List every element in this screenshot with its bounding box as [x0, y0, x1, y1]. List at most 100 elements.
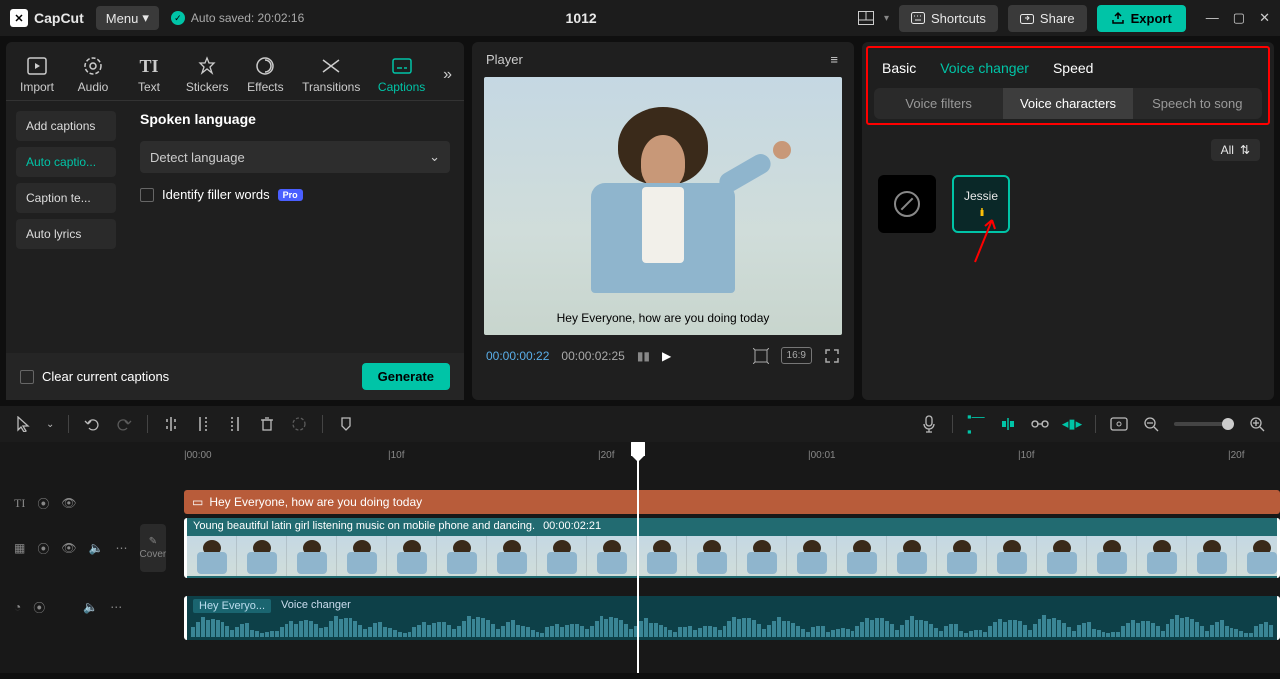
subtab-voice-characters[interactable]: Voice characters: [1003, 88, 1132, 119]
zoom-out-icon[interactable]: [1142, 415, 1160, 433]
caption-track[interactable]: ▭ Hey Everyone, how are you doing today: [178, 490, 1280, 516]
subnav-auto-captions[interactable]: Auto captio...: [16, 147, 116, 177]
player-title: Player: [486, 52, 523, 67]
delete-icon[interactable]: [258, 415, 276, 433]
align-icon[interactable]: ◂▮▸: [1063, 415, 1081, 433]
aspect-ratio[interactable]: 16:9: [781, 347, 812, 364]
tab-speed[interactable]: Speed: [1053, 60, 1093, 76]
eye-icon[interactable]: 👁: [61, 541, 76, 555]
volume-icon[interactable]: ▮▮: [637, 349, 650, 363]
more-tabs-button[interactable]: »: [435, 50, 460, 100]
mute-icon[interactable]: 🔈: [89, 541, 104, 555]
player-menu-icon[interactable]: ≡: [830, 52, 840, 67]
menu-button[interactable]: Menu ▾: [96, 6, 159, 30]
maximize-icon[interactable]: ▢: [1233, 10, 1245, 26]
export-label: Export: [1131, 11, 1172, 26]
voice-none[interactable]: [878, 175, 936, 233]
tab-effects[interactable]: Effects: [238, 50, 292, 100]
lock-icon[interactable]: ⦿: [37, 540, 49, 557]
snap-icon[interactable]: [999, 415, 1017, 433]
close-icon[interactable]: ✕: [1259, 10, 1270, 26]
audio-track[interactable]: Hey Everyo... Voice changer: [178, 596, 1280, 642]
audio-clip-effect: Voice changer: [281, 599, 351, 613]
cursor-icon[interactable]: [14, 415, 32, 433]
edit-icon: ✎: [149, 536, 157, 547]
tab-import[interactable]: Import: [10, 50, 64, 100]
video-clip[interactable]: Young beautiful latin girl listening mus…: [184, 518, 1280, 578]
zoom-thumb[interactable]: [1222, 418, 1234, 430]
split-icon[interactable]: [162, 415, 180, 433]
more-icon[interactable]: ⋯: [116, 541, 128, 555]
tab-transitions[interactable]: Transitions: [294, 50, 368, 100]
track-headers: TI ⦿ 👁 ▦ ⦿ 👁 🔈 ⋯ ✎ Cover ◔ ⦿ 🔈 ⋯: [0, 442, 178, 673]
eye-icon[interactable]: 👁: [61, 496, 76, 510]
lock-icon[interactable]: ⦿: [33, 599, 45, 616]
delete-left-icon[interactable]: [194, 415, 212, 433]
mute-icon[interactable]: 🔈: [83, 600, 98, 614]
subnav-auto-lyrics[interactable]: Auto lyrics: [16, 219, 116, 249]
mic-icon[interactable]: [920, 415, 938, 433]
timeline: TI ⦿ 👁 ▦ ⦿ 👁 🔈 ⋯ ✎ Cover ◔ ⦿ 🔈 ⋯ |00:00: [0, 442, 1280, 673]
audio-clip[interactable]: Hey Everyo... Voice changer: [184, 596, 1280, 640]
time-ruler[interactable]: |00:00 |10f |20f |00:01 |10f |20f: [178, 442, 1280, 470]
fullscreen-icon[interactable]: [824, 348, 840, 364]
chevron-down-icon: ▾: [142, 10, 149, 26]
caption-clip[interactable]: ▭ Hey Everyone, how are you doing today: [184, 490, 1280, 514]
playhead-handle[interactable]: [631, 442, 645, 456]
zoom-slider[interactable]: [1174, 422, 1234, 426]
lock-icon[interactable]: ⦿: [37, 495, 49, 512]
link-icon[interactable]: [1031, 415, 1049, 433]
layout-icon[interactable]: [858, 10, 874, 26]
subtab-speech-to-song[interactable]: Speech to song: [1133, 88, 1262, 119]
captions-footer: Clear current captions Generate: [6, 353, 464, 400]
media-panel: Import Audio TIText Stickers Effects Tra…: [6, 42, 464, 400]
filler-words-row[interactable]: Identify filler words Pro: [140, 187, 450, 202]
player-header: Player ≡: [472, 42, 854, 77]
cover-label: Cover: [140, 549, 167, 560]
crop-icon[interactable]: [753, 348, 769, 364]
subnav-add-captions[interactable]: Add captions: [16, 111, 116, 141]
magnet-icon[interactable]: ▪—▪: [967, 415, 985, 433]
subnav-caption-templates[interactable]: Caption te...: [16, 183, 116, 213]
export-button[interactable]: Export: [1097, 5, 1186, 32]
tab-text[interactable]: TIText: [122, 50, 176, 100]
play-icon[interactable]: ▶: [662, 349, 671, 363]
subtab-voice-filters[interactable]: Voice filters: [874, 88, 1003, 119]
player-panel: Player ≡ Hey Everyone, how are you doing…: [472, 42, 854, 400]
audio-clip-labels: Hey Everyo... Voice changer: [193, 599, 351, 613]
voice-jessie[interactable]: Jessie ıllı: [952, 175, 1010, 233]
clear-checkbox[interactable]: [20, 370, 34, 384]
player-viewport[interactable]: Hey Everyone, how are you doing today: [484, 77, 842, 335]
chevron-down-icon[interactable]: ▾: [884, 13, 889, 24]
tab-stickers[interactable]: Stickers: [178, 50, 236, 100]
video-frame: [484, 77, 842, 335]
cover-button[interactable]: ✎ Cover: [140, 524, 167, 572]
more-icon[interactable]: ⋯: [110, 600, 122, 614]
minimize-icon[interactable]: —: [1206, 10, 1219, 26]
redo-icon[interactable]: [115, 415, 133, 433]
timeline-tracks[interactable]: |00:00 |10f |20f |00:01 |10f |20f ▭ Hey …: [178, 442, 1280, 673]
playhead[interactable]: [637, 442, 639, 673]
tab-audio[interactable]: Audio: [66, 50, 120, 100]
tab-voice-changer[interactable]: Voice changer: [940, 60, 1029, 76]
generate-button[interactable]: Generate: [362, 363, 450, 390]
tab-captions[interactable]: Captions: [370, 50, 433, 100]
video-track[interactable]: Young beautiful latin girl listening mus…: [178, 518, 1280, 580]
shortcuts-button[interactable]: Shortcuts: [899, 5, 998, 32]
language-select[interactable]: Detect language ⌄: [140, 141, 450, 173]
zoom-in-icon[interactable]: [1248, 415, 1266, 433]
video-clip-duration: 00:00:02:21: [543, 520, 601, 532]
tab-basic[interactable]: Basic: [882, 60, 916, 76]
timeline-toolbar: ⌄ ▪—▪ ◂▮▸: [0, 406, 1280, 442]
chevron-down-icon[interactable]: ⌄: [46, 419, 54, 430]
preview-icon[interactable]: [1110, 415, 1128, 433]
delete-right-icon[interactable]: [226, 415, 244, 433]
all-filter-button[interactable]: All ⇅: [1211, 139, 1260, 161]
share-button[interactable]: Share: [1008, 5, 1087, 32]
crop-tool-icon[interactable]: [290, 415, 308, 433]
clear-captions-row[interactable]: Clear current captions: [20, 369, 169, 384]
keyboard-icon: [911, 12, 925, 24]
marker-icon[interactable]: [337, 415, 355, 433]
filler-checkbox[interactable]: [140, 188, 154, 202]
undo-icon[interactable]: [83, 415, 101, 433]
